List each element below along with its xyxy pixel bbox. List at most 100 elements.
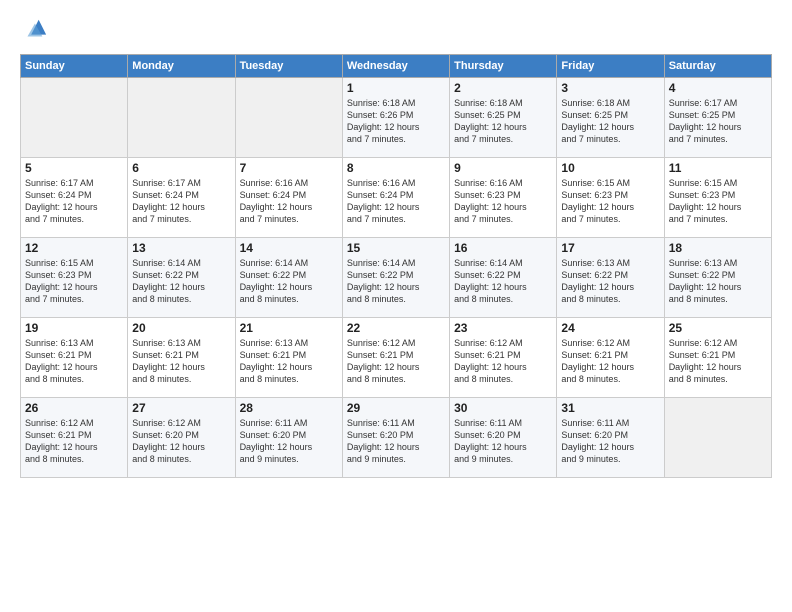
day-info: Sunrise: 6:16 AMSunset: 6:24 PMDaylight:…: [240, 177, 338, 226]
day-info: Sunrise: 6:16 AMSunset: 6:23 PMDaylight:…: [454, 177, 552, 226]
day-number: 26: [25, 401, 123, 415]
day-info: Sunrise: 6:14 AMSunset: 6:22 PMDaylight:…: [347, 257, 445, 306]
day-info: Sunrise: 6:12 AMSunset: 6:20 PMDaylight:…: [132, 417, 230, 466]
day-info: Sunrise: 6:11 AMSunset: 6:20 PMDaylight:…: [561, 417, 659, 466]
week-row-2: 5 Sunrise: 6:17 AMSunset: 6:24 PMDaylight…: [21, 158, 772, 238]
day-info: Sunrise: 6:11 AMSunset: 6:20 PMDaylight:…: [454, 417, 552, 466]
col-header-tuesday: Tuesday: [235, 55, 342, 78]
day-cell: 25 Sunrise: 6:12 AMSunset: 6:21 PMDayligh…: [664, 318, 771, 398]
col-header-thursday: Thursday: [450, 55, 557, 78]
logo-icon: [20, 16, 48, 44]
day-number: 4: [669, 81, 767, 95]
day-number: 8: [347, 161, 445, 175]
day-number: 25: [669, 321, 767, 335]
day-number: 18: [669, 241, 767, 255]
day-cell: 4 Sunrise: 6:17 AMSunset: 6:25 PMDaylight…: [664, 78, 771, 158]
day-info: Sunrise: 6:15 AMSunset: 6:23 PMDaylight:…: [25, 257, 123, 306]
day-cell: 17 Sunrise: 6:13 AMSunset: 6:22 PMDayligh…: [557, 238, 664, 318]
day-info: Sunrise: 6:13 AMSunset: 6:22 PMDaylight:…: [561, 257, 659, 306]
day-info: Sunrise: 6:18 AMSunset: 6:26 PMDaylight:…: [347, 97, 445, 146]
day-cell: 19Sunrise: 6:13 AMSunset: 6:21 PMDayligh…: [21, 318, 128, 398]
day-number: 12: [25, 241, 123, 255]
day-number: 3: [561, 81, 659, 95]
day-info: Sunrise: 6:17 AMSunset: 6:24 PMDaylight:…: [25, 177, 123, 226]
day-info: Sunrise: 6:13 AMSunset: 6:21 PMDaylight:…: [240, 337, 338, 386]
calendar: SundayMondayTuesdayWednesdayThursdayFrid…: [20, 54, 772, 478]
day-info: Sunrise: 6:12 AMSunset: 6:21 PMDaylight:…: [561, 337, 659, 386]
day-info: Sunrise: 6:18 AMSunset: 6:25 PMDaylight:…: [561, 97, 659, 146]
day-number: 21: [240, 321, 338, 335]
day-cell: [235, 78, 342, 158]
day-number: 17: [561, 241, 659, 255]
day-info: Sunrise: 6:12 AMSunset: 6:21 PMDaylight:…: [25, 417, 123, 466]
day-number: 11: [669, 161, 767, 175]
week-row-1: 1Sunrise: 6:18 AMSunset: 6:26 PMDaylight…: [21, 78, 772, 158]
week-row-4: 19Sunrise: 6:13 AMSunset: 6:21 PMDayligh…: [21, 318, 772, 398]
day-info: Sunrise: 6:13 AMSunset: 6:21 PMDaylight:…: [25, 337, 123, 386]
day-cell: 20 Sunrise: 6:13 AMSunset: 6:21 PMDayligh…: [128, 318, 235, 398]
day-cell: 7 Sunrise: 6:16 AMSunset: 6:24 PMDaylight…: [235, 158, 342, 238]
day-number: 14: [240, 241, 338, 255]
day-info: Sunrise: 6:14 AMSunset: 6:22 PMDaylight:…: [240, 257, 338, 306]
day-info: Sunrise: 6:14 AMSunset: 6:22 PMDaylight:…: [132, 257, 230, 306]
day-number: 23: [454, 321, 552, 335]
day-info: Sunrise: 6:17 AMSunset: 6:25 PMDaylight:…: [669, 97, 767, 146]
day-cell: 6Sunrise: 6:17 AMSunset: 6:24 PMDaylight…: [128, 158, 235, 238]
day-cell: 1Sunrise: 6:18 AMSunset: 6:26 PMDaylight…: [342, 78, 449, 158]
day-number: 10: [561, 161, 659, 175]
day-info: Sunrise: 6:11 AMSunset: 6:20 PMDaylight:…: [240, 417, 338, 466]
day-cell: 21 Sunrise: 6:13 AMSunset: 6:21 PMDayligh…: [235, 318, 342, 398]
logo: [20, 16, 52, 44]
col-header-friday: Friday: [557, 55, 664, 78]
col-header-monday: Monday: [128, 55, 235, 78]
day-number: 15: [347, 241, 445, 255]
day-cell: 8 Sunrise: 6:16 AMSunset: 6:24 PMDaylight…: [342, 158, 449, 238]
day-cell: 31 Sunrise: 6:11 AMSunset: 6:20 PMDayligh…: [557, 398, 664, 478]
day-info: Sunrise: 6:15 AMSunset: 6:23 PMDaylight:…: [669, 177, 767, 226]
day-number: 16: [454, 241, 552, 255]
day-number: 31: [561, 401, 659, 415]
week-row-3: 12 Sunrise: 6:15 AMSunset: 6:23 PMDayligh…: [21, 238, 772, 318]
day-cell: 3 Sunrise: 6:18 AMSunset: 6:25 PMDaylight…: [557, 78, 664, 158]
day-cell: 11 Sunrise: 6:15 AMSunset: 6:23 PMDayligh…: [664, 158, 771, 238]
day-cell: 5 Sunrise: 6:17 AMSunset: 6:24 PMDaylight…: [21, 158, 128, 238]
day-cell: 30 Sunrise: 6:11 AMSunset: 6:20 PMDayligh…: [450, 398, 557, 478]
day-cell: 24 Sunrise: 6:12 AMSunset: 6:21 PMDayligh…: [557, 318, 664, 398]
day-cell: 27 Sunrise: 6:12 AMSunset: 6:20 PMDayligh…: [128, 398, 235, 478]
day-info: Sunrise: 6:11 AMSunset: 6:20 PMDaylight:…: [347, 417, 445, 466]
day-cell: [21, 78, 128, 158]
day-cell: 13 Sunrise: 6:14 AMSunset: 6:22 PMDayligh…: [128, 238, 235, 318]
day-number: 7: [240, 161, 338, 175]
day-cell: 12 Sunrise: 6:15 AMSunset: 6:23 PMDayligh…: [21, 238, 128, 318]
day-number: 24: [561, 321, 659, 335]
day-number: 29: [347, 401, 445, 415]
day-number: 30: [454, 401, 552, 415]
week-row-5: 26 Sunrise: 6:12 AMSunset: 6:21 PMDayligh…: [21, 398, 772, 478]
day-info: Sunrise: 6:13 AMSunset: 6:21 PMDaylight:…: [132, 337, 230, 386]
day-cell: 2 Sunrise: 6:18 AMSunset: 6:25 PMDaylight…: [450, 78, 557, 158]
day-number: 27: [132, 401, 230, 415]
day-cell: 16 Sunrise: 6:14 AMSunset: 6:22 PMDayligh…: [450, 238, 557, 318]
day-cell: 9Sunrise: 6:16 AMSunset: 6:23 PMDaylight…: [450, 158, 557, 238]
day-number: 22: [347, 321, 445, 335]
day-number: 28: [240, 401, 338, 415]
day-cell: [128, 78, 235, 158]
day-cell: 10Sunrise: 6:15 AMSunset: 6:23 PMDayligh…: [557, 158, 664, 238]
day-cell: [664, 398, 771, 478]
day-info: Sunrise: 6:16 AMSunset: 6:24 PMDaylight:…: [347, 177, 445, 226]
day-info: Sunrise: 6:13 AMSunset: 6:22 PMDaylight:…: [669, 257, 767, 306]
day-cell: 22Sunrise: 6:12 AMSunset: 6:21 PMDayligh…: [342, 318, 449, 398]
day-number: 13: [132, 241, 230, 255]
header-row: SundayMondayTuesdayWednesdayThursdayFrid…: [21, 55, 772, 78]
day-cell: 23Sunrise: 6:12 AMSunset: 6:21 PMDayligh…: [450, 318, 557, 398]
day-cell: 18 Sunrise: 6:13 AMSunset: 6:22 PMDayligh…: [664, 238, 771, 318]
day-info: Sunrise: 6:14 AMSunset: 6:22 PMDaylight:…: [454, 257, 552, 306]
day-info: Sunrise: 6:12 AMSunset: 6:21 PMDaylight:…: [669, 337, 767, 386]
day-number: 5: [25, 161, 123, 175]
col-header-saturday: Saturday: [664, 55, 771, 78]
day-number: 20: [132, 321, 230, 335]
day-number: 2: [454, 81, 552, 95]
col-header-sunday: Sunday: [21, 55, 128, 78]
day-cell: 14 Sunrise: 6:14 AMSunset: 6:22 PMDayligh…: [235, 238, 342, 318]
day-info: Sunrise: 6:18 AMSunset: 6:25 PMDaylight:…: [454, 97, 552, 146]
